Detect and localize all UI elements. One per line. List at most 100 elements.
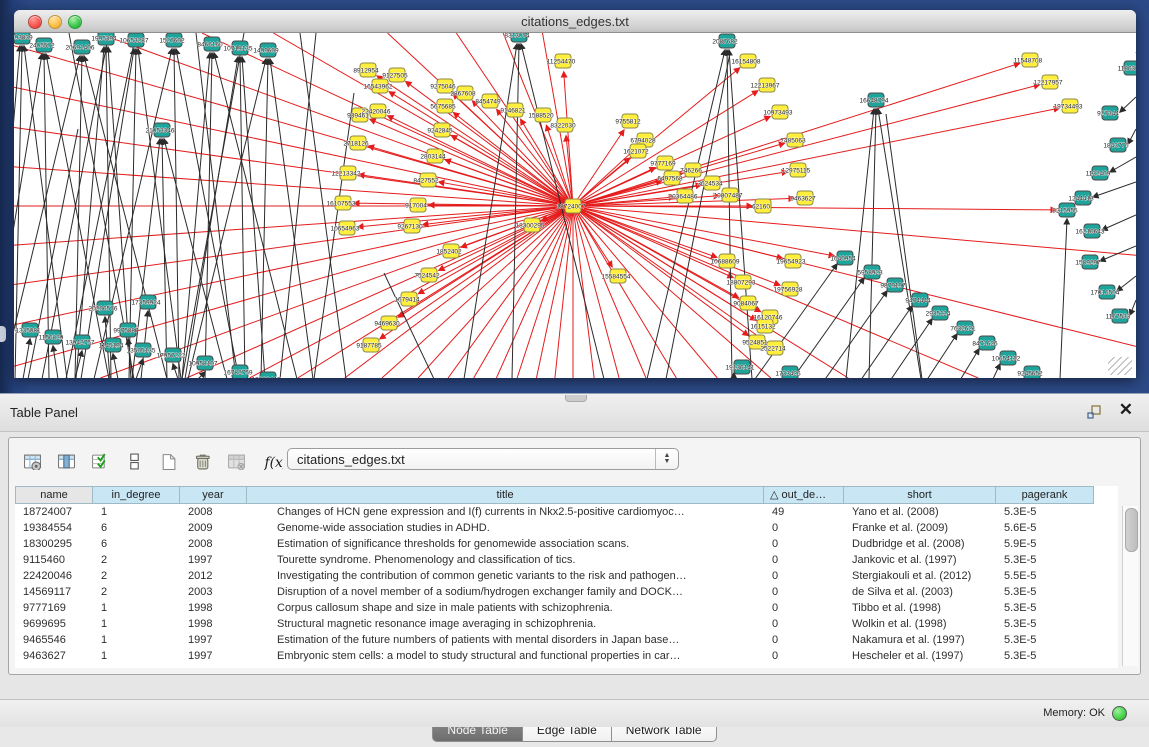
cell-short: Dudbridge et al. (2008) xyxy=(844,536,996,552)
graph-edge-black xyxy=(162,139,167,378)
table-row[interactable]: 946554611997Estimation of the future num… xyxy=(15,632,1118,648)
table-row[interactable]: 911546021997Tourette syndrome. Phenomeno… xyxy=(15,552,1118,568)
panel-divider-handle[interactable] xyxy=(565,395,587,402)
graph-node-label: 10807487 xyxy=(714,193,743,200)
table-row[interactable]: 1456911722003Disruption of a novel membe… xyxy=(15,584,1118,600)
table-row[interactable]: 969969511998Structural magnetic resonanc… xyxy=(15,616,1118,632)
window-titlebar[interactable]: citations_edges.txt xyxy=(14,10,1136,33)
graph-node-label: 9474444 xyxy=(905,298,931,305)
column-header-pagerank[interactable]: pagerank xyxy=(996,486,1094,504)
column-header-out_de[interactable]: △ out_de… xyxy=(764,486,844,504)
graph-node-label: 2867608 xyxy=(450,91,476,98)
cell-pagerank: 5.3E-5 xyxy=(996,648,1094,664)
scrollbar-thumb[interactable] xyxy=(1125,508,1138,552)
graph-node-label: 9267130 xyxy=(397,224,423,231)
cell-out_de: 0 xyxy=(764,536,844,552)
create-table-icon[interactable] xyxy=(157,450,179,472)
graph-node-label: 19734493 xyxy=(1054,104,1083,111)
cell-out_de: 0 xyxy=(764,648,844,664)
graph-edge-black xyxy=(53,346,58,378)
graph-edge-red xyxy=(573,206,733,278)
graph-node-label: 9245652 xyxy=(1017,371,1043,378)
graph-node-label: 10719135 xyxy=(224,46,253,53)
table-settings-icon[interactable] xyxy=(21,450,43,472)
cell-title: Tourette syndrome. Phenomenology and cla… xyxy=(247,552,764,568)
cell-in_degree: 2 xyxy=(93,584,180,600)
cell-short: Tibbo et al. (1998) xyxy=(844,600,996,616)
column-header-name[interactable]: name xyxy=(15,486,93,504)
graph-node-label: 20364486 xyxy=(669,194,698,201)
cell-year: 1997 xyxy=(180,552,247,568)
table-row[interactable]: 1872400712008Changes of HCN gene express… xyxy=(15,504,1118,520)
delete-table-icon[interactable] xyxy=(191,450,213,472)
cell-title: Changes of HCN gene expression and I(f) … xyxy=(247,504,764,520)
graph-node-label: 10653287 xyxy=(120,38,149,45)
graph-node-label: 746266 xyxy=(680,168,702,175)
graph-edge-black xyxy=(173,364,178,378)
graph-node-label: 16543962 xyxy=(364,84,393,91)
cell-title: Corpus callosum shape and size in male p… xyxy=(247,600,764,616)
graph-node-label: 8427552 xyxy=(413,178,439,185)
cell-in_degree: 6 xyxy=(93,536,180,552)
graph-edge-red xyxy=(573,206,771,378)
cell-out_de: 0 xyxy=(764,600,844,616)
graph-node-label: 17016504 xyxy=(1091,290,1120,297)
memory-status-indicator[interactable] xyxy=(1112,706,1127,721)
graph-node-label: 9469630 xyxy=(374,321,400,328)
table-scrollbar[interactable] xyxy=(1122,506,1138,666)
graph-node-label: 1679414 xyxy=(394,297,420,304)
table-row[interactable]: 1830029562008Estimation of significance … xyxy=(15,536,1118,552)
table-selector-combobox[interactable]: citations_edges.txt ▲▼ xyxy=(287,448,679,470)
graph-edge-black xyxy=(176,49,239,378)
graph-node-label: 16210643 xyxy=(1076,229,1105,236)
graph-node-label: 9187785 xyxy=(356,343,382,350)
graph-node-label: 2522714 xyxy=(760,346,786,353)
graph-node-label: 16107553 xyxy=(327,201,356,208)
table-panel-body: f(x) citations_edges.txt ▲▼ namein_degre… xyxy=(8,437,1141,675)
graph-node-label: 1589297 xyxy=(1075,260,1101,267)
graph-node-label: 8313074 xyxy=(504,33,530,40)
select-rows-icon[interactable] xyxy=(89,450,111,472)
cell-name: 18724007 xyxy=(15,504,93,520)
float-panel-icon[interactable] xyxy=(1087,405,1103,419)
graph-node-label: 2405572 xyxy=(29,43,55,50)
graph-node-label: 1335081 xyxy=(15,328,41,335)
column-header-year[interactable]: year xyxy=(180,486,247,504)
network-canvas[interactable]: 8912954912750516543962927504628676088454… xyxy=(14,33,1136,378)
cell-name: 9699695 xyxy=(15,616,93,632)
cytoscape-desktop: citations_edges.txt 89129549127505165439… xyxy=(0,0,1149,393)
cell-out_de: 0 xyxy=(764,520,844,536)
graph-node-label: 8454749 xyxy=(475,99,501,106)
cell-year: 1997 xyxy=(180,648,247,664)
graph-node-label: 9755812 xyxy=(615,119,641,126)
close-panel-icon[interactable]: ✕ xyxy=(1119,400,1133,420)
graph-edge-black xyxy=(240,57,245,378)
column-header-title[interactable]: title xyxy=(247,486,764,504)
table-row[interactable]: 1938455462009Genome-wide association stu… xyxy=(15,520,1118,536)
row-height-icon[interactable] xyxy=(123,450,145,472)
cell-name: 9777169 xyxy=(15,600,93,616)
network-view-window[interactable]: citations_edges.txt 89129549127505165439… xyxy=(14,10,1136,378)
table-body: 1872400712008Changes of HCN gene express… xyxy=(15,504,1118,664)
graph-node-label: 10688609 xyxy=(711,259,740,266)
show-columns-icon[interactable] xyxy=(55,450,77,472)
cell-name: 9465546 xyxy=(15,632,93,648)
cell-pagerank: 5.5E-5 xyxy=(996,568,1094,584)
function-builder-icon[interactable]: f(x) xyxy=(259,450,287,472)
graph-node-label: 7632621 xyxy=(950,326,976,333)
resize-gripper[interactable] xyxy=(1108,357,1132,375)
graph-node-label: 9463627 xyxy=(790,196,816,203)
graph-edge-black xyxy=(1117,276,1136,291)
collapsed-panel-handle[interactable] xyxy=(0,326,6,342)
table-row[interactable]: 977716911998Corpus callosum shape and si… xyxy=(15,600,1118,616)
column-header-short[interactable]: short xyxy=(844,486,996,504)
column-header-in_degree[interactable]: in_degree xyxy=(93,486,180,504)
graph-node-label: 6497568 xyxy=(657,176,683,183)
graph-edge-black xyxy=(1130,300,1136,315)
table-row[interactable]: 2242004622012Investigating the contribut… xyxy=(15,568,1118,584)
graph-node-label: 10973493 xyxy=(764,110,793,117)
table-row[interactable]: 946362711997Embryonic stem cells: a mode… xyxy=(15,648,1118,664)
graph-node-label: 9242845 xyxy=(427,128,453,135)
graph-node-label: 12217957 xyxy=(1034,80,1063,87)
graph-node-label: 1527602 xyxy=(159,38,185,45)
